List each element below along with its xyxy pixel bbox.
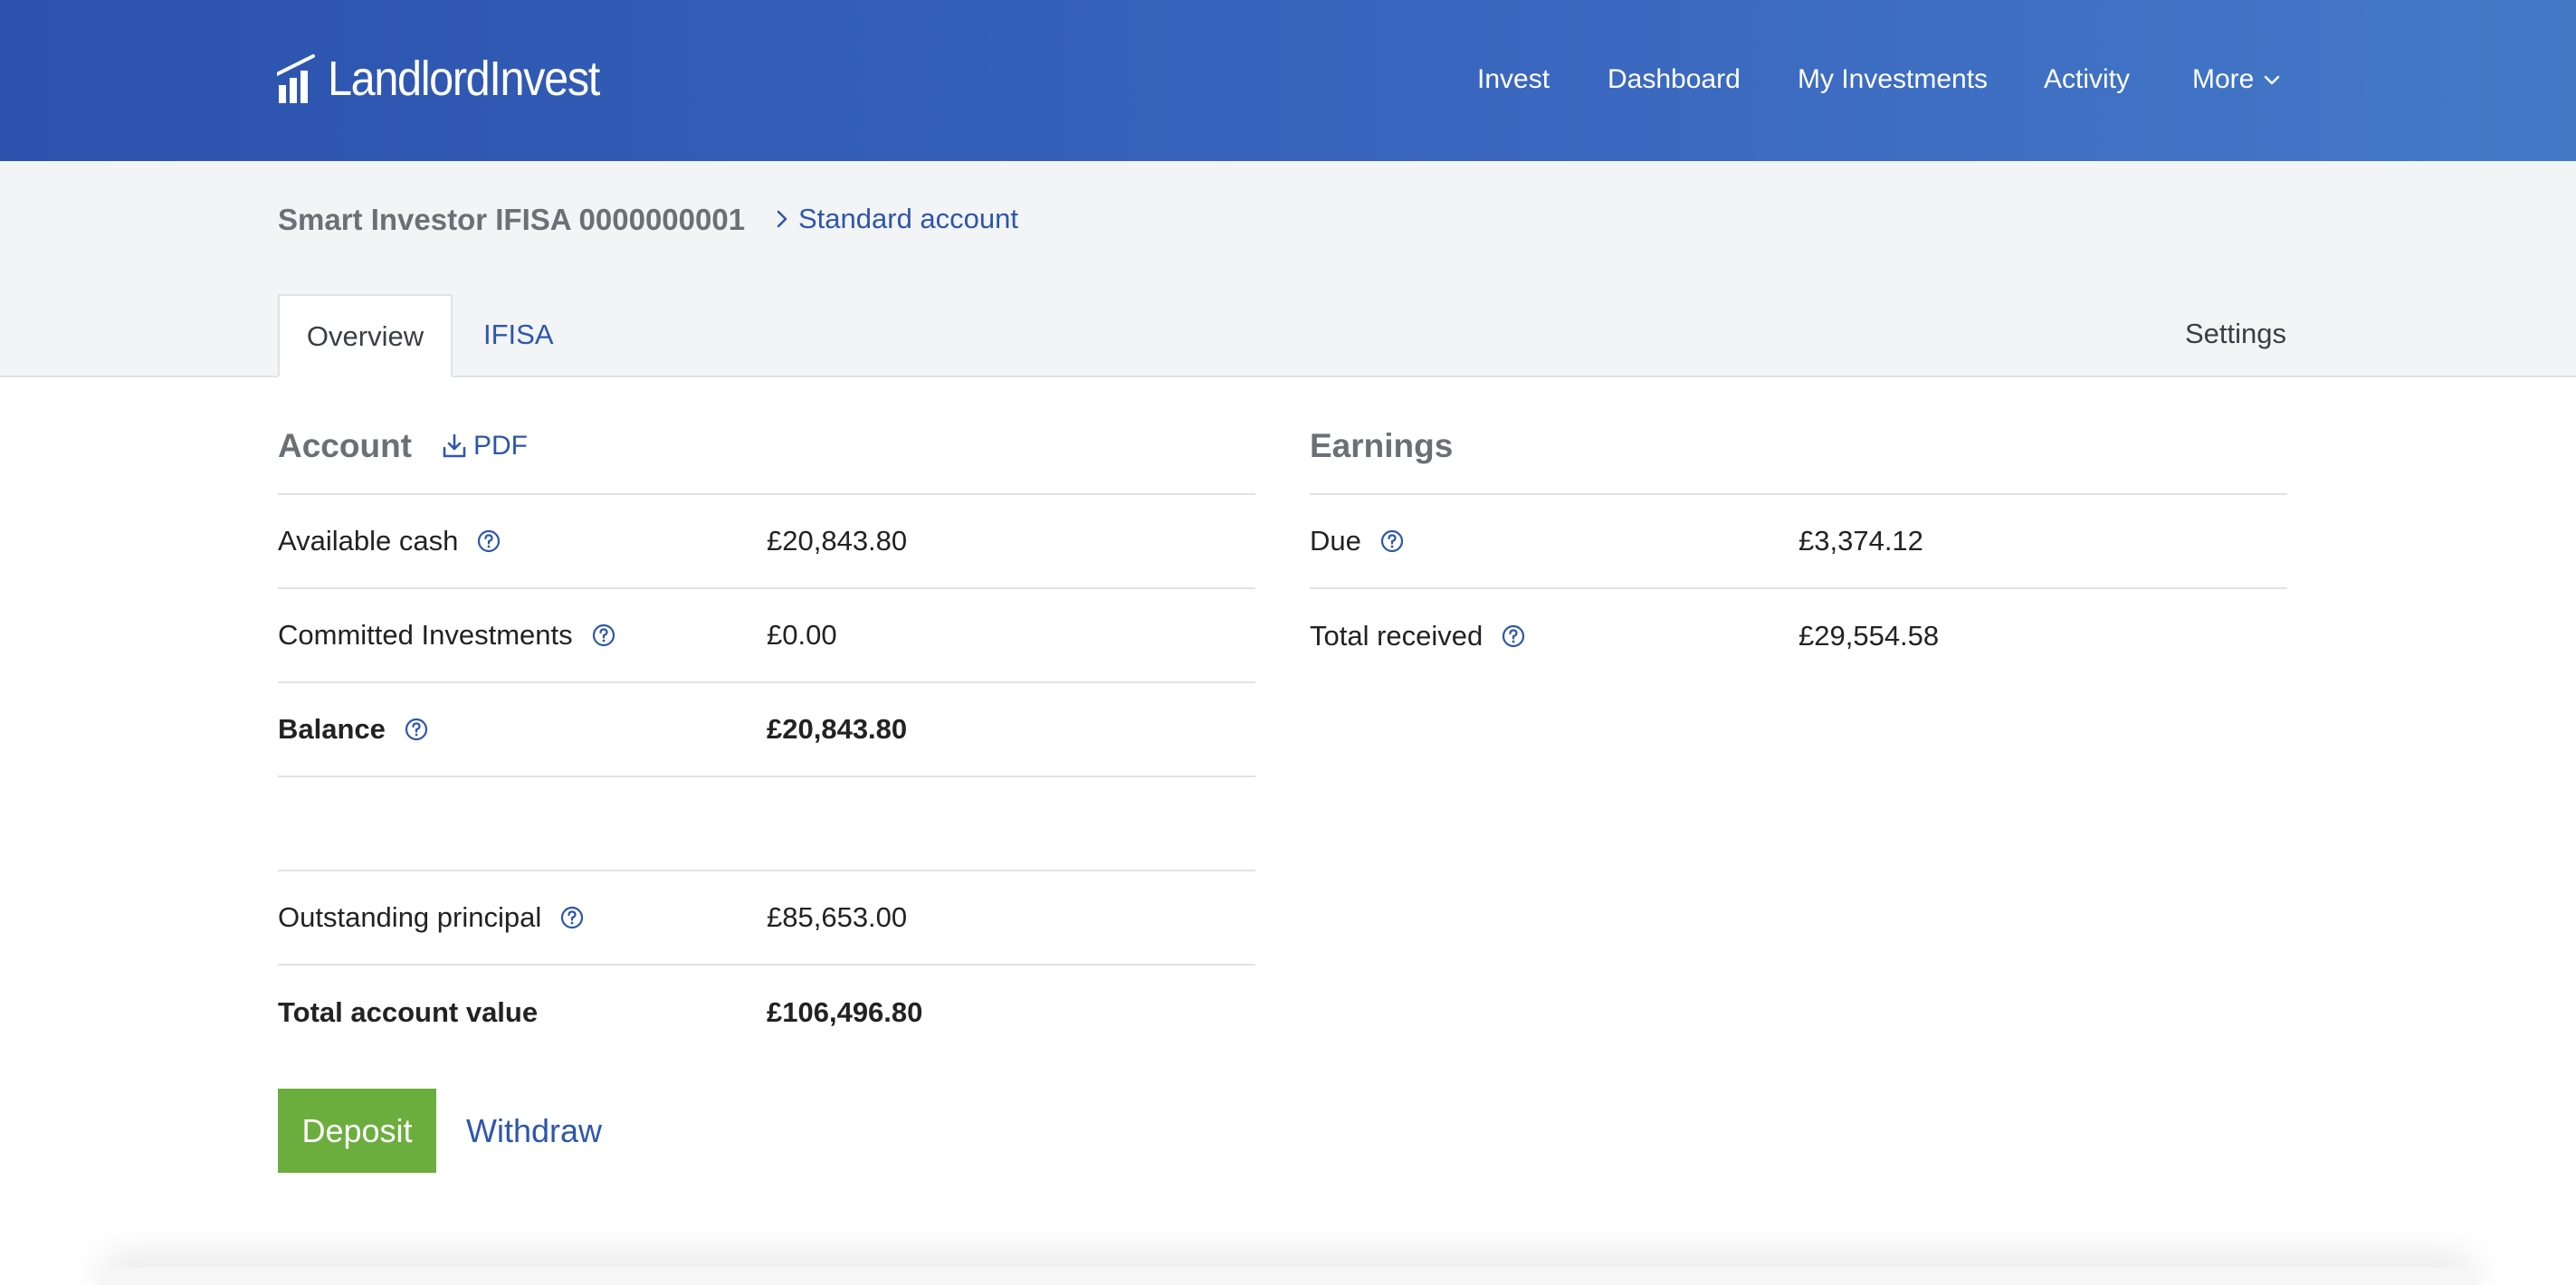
question-circle-icon[interactable]	[559, 905, 585, 930]
row-label: Due	[1310, 525, 1361, 557]
question-circle-icon[interactable]	[476, 528, 501, 554]
available-cash-row: Available cash £20,843.80	[278, 495, 1255, 589]
row-value: £20,843.80	[767, 713, 908, 745]
next-section-card-edge	[100, 1267, 2476, 1285]
row-value: £3,374.12	[1798, 525, 1923, 557]
nav-activity[interactable]: Activity	[2044, 62, 2130, 98]
outstanding-principal-row: Outstanding principal £85,653.00	[278, 871, 1255, 966]
account-heading: Account	[278, 427, 412, 464]
chevron-right-icon	[777, 210, 787, 228]
main-nav: Invest Dashboard My Investments Activity…	[0, 62, 2576, 98]
nav-more[interactable]: More	[2192, 62, 2281, 98]
question-circle-icon[interactable]	[1501, 623, 1526, 649]
question-circle-icon[interactable]	[591, 623, 616, 648]
account-actions: Deposit Withdraw	[278, 1089, 1255, 1173]
nav-dashboard[interactable]: Dashboard	[1608, 62, 1741, 98]
standard-account-link[interactable]: Standard account	[775, 203, 1018, 235]
pdf-download-link[interactable]: PDF	[441, 431, 528, 462]
deposit-button[interactable]: Deposit	[278, 1089, 436, 1173]
row-value: £106,496.80	[767, 996, 923, 1028]
row-label: Outstanding principal	[278, 901, 542, 933]
question-circle-icon[interactable]	[1379, 528, 1405, 554]
balance-row: Balance £20,843.80	[278, 683, 1255, 777]
standard-account-label: Standard account	[798, 203, 1019, 234]
tab-overview[interactable]: Overview	[278, 294, 453, 377]
earnings-panel: Earnings Due £3,374.12 Total received £2…	[1310, 377, 2287, 683]
account-header-band: Smart Investor IFISA 0000000001 Standard…	[0, 161, 2576, 377]
total-account-value-row: Total account value £106,496.80	[278, 966, 1255, 1060]
row-label: Balance	[278, 713, 386, 745]
account-panel-header: Account PDF	[278, 377, 1255, 495]
account-title: Smart Investor IFISA 0000000001	[278, 203, 746, 236]
nav-more-label: More	[2192, 64, 2255, 94]
top-navigation-bar: LandlordInvest Invest Dashboard My Inves…	[0, 0, 2576, 161]
committed-investments-row: Committed Investments £0.00	[278, 589, 1255, 683]
download-icon	[443, 433, 466, 458]
pdf-label: PDF	[473, 431, 528, 461]
account-panel: Account PDF Available cash £20,843.80 Co…	[278, 377, 1255, 1173]
row-value: £0.00	[767, 619, 837, 651]
earnings-heading: Earnings	[1310, 427, 1454, 464]
row-value: £20,843.80	[767, 525, 908, 557]
settings-link[interactable]: Settings	[2185, 318, 2286, 350]
chevron-down-icon	[2265, 75, 2280, 85]
row-label: Available cash	[278, 525, 459, 557]
row-value: £85,653.00	[767, 901, 908, 933]
withdraw-link[interactable]: Withdraw	[466, 1112, 602, 1150]
row-label: Total account value	[278, 996, 539, 1028]
nav-invest[interactable]: Invest	[1477, 62, 1550, 98]
row-value: £29,554.58	[1798, 620, 1940, 652]
row-divider-spacer	[278, 777, 1255, 871]
tab-ifisa[interactable]: IFISA	[483, 294, 554, 377]
earnings-panel-header: Earnings	[1310, 377, 2287, 495]
total-received-row: Total received £29,554.58	[1310, 589, 2287, 683]
nav-my-investments[interactable]: My Investments	[1798, 62, 1988, 98]
row-label: Total received	[1310, 620, 1484, 652]
question-circle-icon[interactable]	[404, 717, 429, 742]
row-label: Committed Investments	[278, 619, 573, 651]
due-row: Due £3,374.12	[1310, 495, 2287, 589]
